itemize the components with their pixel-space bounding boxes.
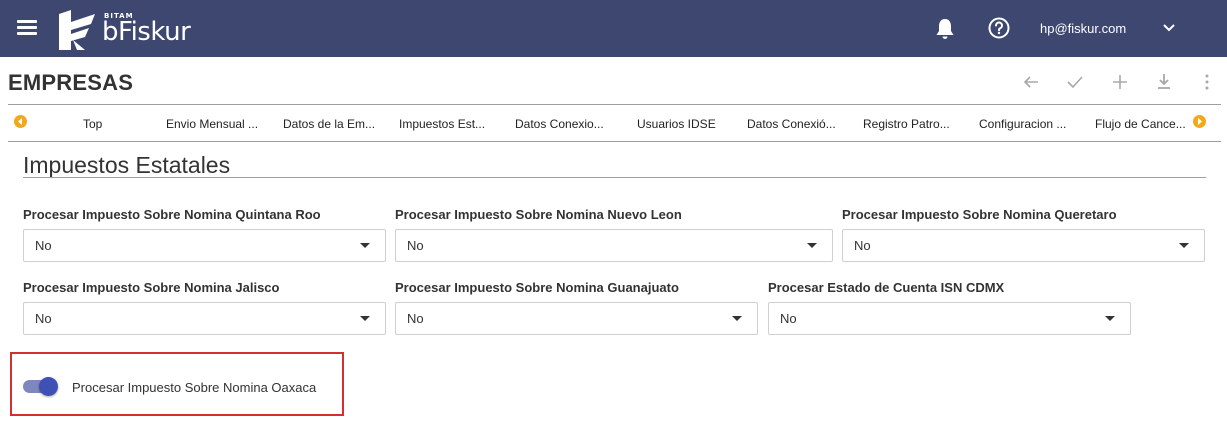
brand-name: bFiskur (102, 17, 191, 47)
toggle-label-oaxaca: Procesar Impuesto Sobre Nomina Oaxaca (72, 380, 317, 395)
dropdown-caret-icon (807, 243, 817, 248)
select-value: No (854, 238, 871, 253)
tabs-scroll-left-icon[interactable] (14, 115, 27, 128)
select-value: No (407, 238, 424, 253)
field-label-jalisco: Procesar Impuesto Sobre Nomina Jalisco (23, 280, 280, 295)
dropdown-caret-icon (1105, 316, 1115, 321)
tab-registro-patronal[interactable]: Registro Patro... (863, 117, 950, 131)
field-label-isn-cdmx: Procesar Estado de Cuenta ISN CDMX (768, 280, 1005, 295)
select-isn-cdmx[interactable]: No (768, 302, 1131, 335)
download-icon[interactable] (1155, 72, 1173, 92)
tab-datos-conexion[interactable]: Datos Conexio... (515, 117, 604, 131)
dropdown-caret-icon (732, 316, 742, 321)
back-arrow-icon[interactable] (1022, 72, 1040, 92)
notifications-bell-icon[interactable] (934, 17, 956, 41)
check-icon[interactable] (1066, 72, 1084, 92)
select-queretaro[interactable]: No (842, 229, 1205, 262)
dropdown-caret-icon (360, 316, 370, 321)
field-label-nuevo-leon: Procesar Impuesto Sobre Nomina Nuevo Leo… (395, 207, 682, 222)
toggle-knob (39, 377, 58, 396)
tab-flujo-cancelacion[interactable]: Flujo de Cance... (1095, 117, 1186, 131)
select-value: No (35, 238, 52, 253)
plus-icon[interactable] (1111, 72, 1129, 92)
tab-impuestos-estatales[interactable]: Impuestos Est... (399, 117, 485, 131)
select-quintana-roo[interactable]: No (23, 229, 386, 262)
select-value: No (407, 311, 424, 326)
hamburger-menu-icon[interactable] (17, 20, 37, 35)
toggle-oaxaca[interactable] (23, 376, 58, 396)
section-title: Impuestos Estatales (23, 152, 231, 178)
top-bar: BITAM bFiskur hp@fiskur.com (0, 0, 1227, 57)
select-nuevo-leon[interactable]: No (395, 229, 833, 262)
tab-usuarios-idse[interactable]: Usuarios IDSE (637, 117, 716, 131)
more-vertical-icon[interactable] (1200, 72, 1214, 92)
field-label-guanajuato: Procesar Impuesto Sobre Nomina Guanajuat… (395, 280, 679, 295)
select-value: No (780, 311, 797, 326)
section-divider (23, 177, 1206, 178)
tab-configuracion[interactable]: Configuracion ... (979, 117, 1066, 131)
tab-datos-conexion-2[interactable]: Datos Conexió... (747, 117, 836, 131)
bfiskur-logo-icon (59, 10, 95, 50)
tab-bar: Top Envio Mensual ... Datos de la Em... … (8, 104, 1221, 142)
tab-datos-empresa[interactable]: Datos de la Em... (283, 117, 375, 131)
select-guanajuato[interactable]: No (395, 302, 758, 335)
tab-envio-mensual[interactable]: Envio Mensual ... (166, 117, 258, 131)
page-title: EMPRESAS (8, 70, 134, 95)
field-label-quintana-roo: Procesar Impuesto Sobre Nomina Quintana … (23, 207, 321, 222)
select-jalisco[interactable]: No (23, 302, 386, 335)
chevron-down-icon[interactable] (1162, 21, 1176, 35)
dropdown-caret-icon (360, 243, 370, 248)
tabs-scroll-right-icon[interactable] (1193, 115, 1206, 128)
field-label-queretaro: Procesar Impuesto Sobre Nomina Queretaro (842, 207, 1117, 222)
dropdown-caret-icon (1179, 243, 1189, 248)
user-email-menu[interactable]: hp@fiskur.com (1040, 21, 1126, 36)
select-value: No (35, 311, 52, 326)
tab-top[interactable]: Top (83, 117, 102, 131)
help-icon[interactable] (988, 17, 1010, 39)
